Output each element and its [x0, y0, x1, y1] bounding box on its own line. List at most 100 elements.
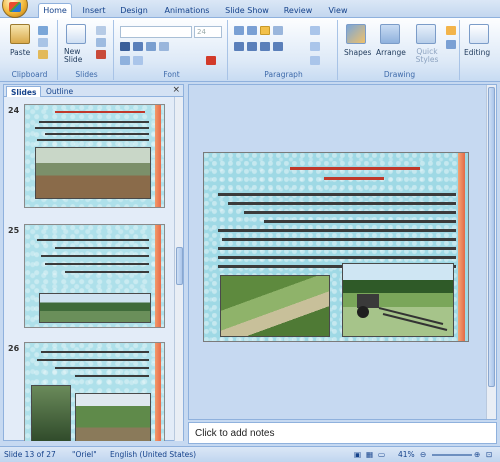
zoom-level[interactable]: 41%: [398, 450, 415, 459]
char-spacing-icon[interactable]: [120, 56, 130, 65]
slide-number: 26: [8, 344, 20, 353]
bold-icon[interactable]: [120, 42, 130, 51]
strikethrough-icon[interactable]: [159, 42, 169, 51]
new-slide-label[interactable]: New Slide: [64, 48, 94, 64]
change-case-icon[interactable]: [133, 56, 143, 65]
font-color-icon[interactable]: [206, 56, 216, 65]
shape-fill-icon[interactable]: [446, 26, 456, 35]
slide-show-icon[interactable]: ▭: [378, 450, 385, 459]
underline-icon[interactable]: [146, 42, 156, 51]
editor-scrollbar[interactable]: [486, 85, 496, 419]
copy-icon[interactable]: [38, 38, 48, 47]
tab-outline[interactable]: Outline: [42, 86, 77, 97]
editor-scrollbar-thumb[interactable]: [488, 87, 495, 387]
close-panel-icon[interactable]: ×: [172, 85, 180, 95]
bullets-icon[interactable]: [234, 26, 244, 35]
theme-name[interactable]: "Oriel": [72, 450, 97, 459]
shapes-label[interactable]: Shapes: [344, 48, 371, 57]
ribbon-tabbar: Home Insert Design Animations Slide Show…: [0, 0, 500, 19]
slide-photo: [75, 393, 151, 441]
tab-animations[interactable]: Animations: [162, 4, 212, 18]
smartart-icon[interactable]: [310, 56, 320, 65]
notes-pane[interactable]: Click to add notes: [188, 422, 497, 444]
tab-slide-show[interactable]: Slide Show: [224, 4, 270, 18]
current-slide[interactable]: [203, 152, 469, 342]
thumbnail-list: 24 25 26: [4, 98, 174, 441]
quick-styles-icon[interactable]: [416, 24, 436, 44]
shape-outline-icon[interactable]: [446, 40, 456, 49]
slide-text-line: [41, 255, 149, 257]
italic-icon[interactable]: [133, 42, 143, 51]
slide-text-line: [218, 256, 456, 259]
slide-text-line: [218, 193, 456, 196]
language-indicator[interactable]: English (United States): [110, 450, 196, 459]
status-bar: Slide 13 of 27 "Oriel" English (United S…: [0, 446, 500, 462]
align-left-icon[interactable]: [234, 42, 244, 51]
slide-thumbnail-26[interactable]: [24, 342, 165, 441]
tab-home[interactable]: Home: [38, 3, 72, 19]
find-icon[interactable]: [469, 24, 489, 44]
slide-photo-field: [220, 275, 330, 337]
slide-photo: [39, 293, 151, 323]
clipboard-group-label: Clipboard: [11, 70, 48, 79]
slide-text-line: [55, 247, 149, 249]
office-button[interactable]: [2, 0, 28, 18]
tab-insert[interactable]: Insert: [80, 4, 108, 18]
slide-thumbnail-25[interactable]: [24, 224, 165, 328]
text-direction-icon[interactable]: [310, 26, 320, 35]
slide-title-line: [55, 111, 145, 113]
align-right-icon[interactable]: [260, 42, 270, 51]
slide-sorter-icon[interactable]: ▦: [366, 450, 373, 459]
editing-label[interactable]: Editing: [464, 48, 490, 57]
new-slide-icon[interactable]: [66, 24, 86, 44]
rtl-icon[interactable]: [260, 26, 270, 35]
notes-placeholder[interactable]: Click to add notes: [195, 428, 275, 439]
indent-icon[interactable]: [273, 26, 283, 35]
arrange-label[interactable]: Arrange: [376, 48, 406, 57]
slide-text-line: [37, 359, 149, 361]
slide-accent-bar: [155, 225, 161, 327]
format-painter-icon[interactable]: [38, 50, 48, 59]
slide-accent-bar: [155, 105, 161, 207]
fit-window-icon[interactable]: ⊡: [486, 450, 492, 459]
delete-slide-icon[interactable]: [96, 50, 106, 59]
zoom-in-icon[interactable]: ⊕: [474, 450, 480, 459]
ribbon: Paste Clipboard New Slide Slides 24 Font…: [0, 18, 500, 82]
align-text-icon[interactable]: [310, 42, 320, 51]
slides-scrollbar-thumb[interactable]: [176, 247, 183, 285]
slide-accent-bar: [458, 153, 465, 341]
font-size-combo[interactable]: 24: [194, 26, 222, 38]
paragraph-group: Paragraph: [230, 20, 338, 80]
justify-icon[interactable]: [273, 42, 283, 51]
cut-icon[interactable]: [38, 26, 48, 35]
numbering-icon[interactable]: [247, 26, 257, 35]
slide-title-line: [290, 167, 420, 170]
slide-text-line: [264, 220, 456, 223]
slide-thumbnail-24[interactable]: [24, 104, 165, 208]
tab-slides[interactable]: Slides: [6, 86, 42, 97]
reset-icon[interactable]: [96, 38, 106, 47]
zoom-out-icon[interactable]: ⊖: [420, 450, 426, 459]
tab-design[interactable]: Design: [118, 4, 150, 18]
shapes-icon[interactable]: [346, 24, 366, 44]
slide-photo: [31, 385, 71, 441]
tab-review[interactable]: Review: [282, 4, 314, 18]
layout-icon[interactable]: [96, 26, 106, 35]
slide-photo-machine: [342, 263, 454, 337]
tab-view[interactable]: View: [326, 4, 350, 18]
paste-icon[interactable]: [10, 24, 30, 44]
font-name-combo[interactable]: [120, 26, 192, 38]
slide-text-line: [45, 133, 149, 135]
slide-text-line: [35, 127, 149, 129]
slide-number: 24: [8, 106, 20, 115]
arrange-icon[interactable]: [380, 24, 400, 44]
slides-scrollbar[interactable]: [174, 97, 183, 441]
align-center-icon[interactable]: [247, 42, 257, 51]
zoom-slider[interactable]: [432, 454, 472, 456]
slide-editor: [188, 84, 497, 420]
slide-text-line: [244, 211, 456, 214]
paste-label[interactable]: Paste: [10, 48, 30, 57]
font-group: 24 Font: [116, 20, 228, 80]
normal-view-icon[interactable]: ▣: [354, 450, 361, 459]
quick-styles-label[interactable]: Quick Styles: [410, 48, 444, 64]
